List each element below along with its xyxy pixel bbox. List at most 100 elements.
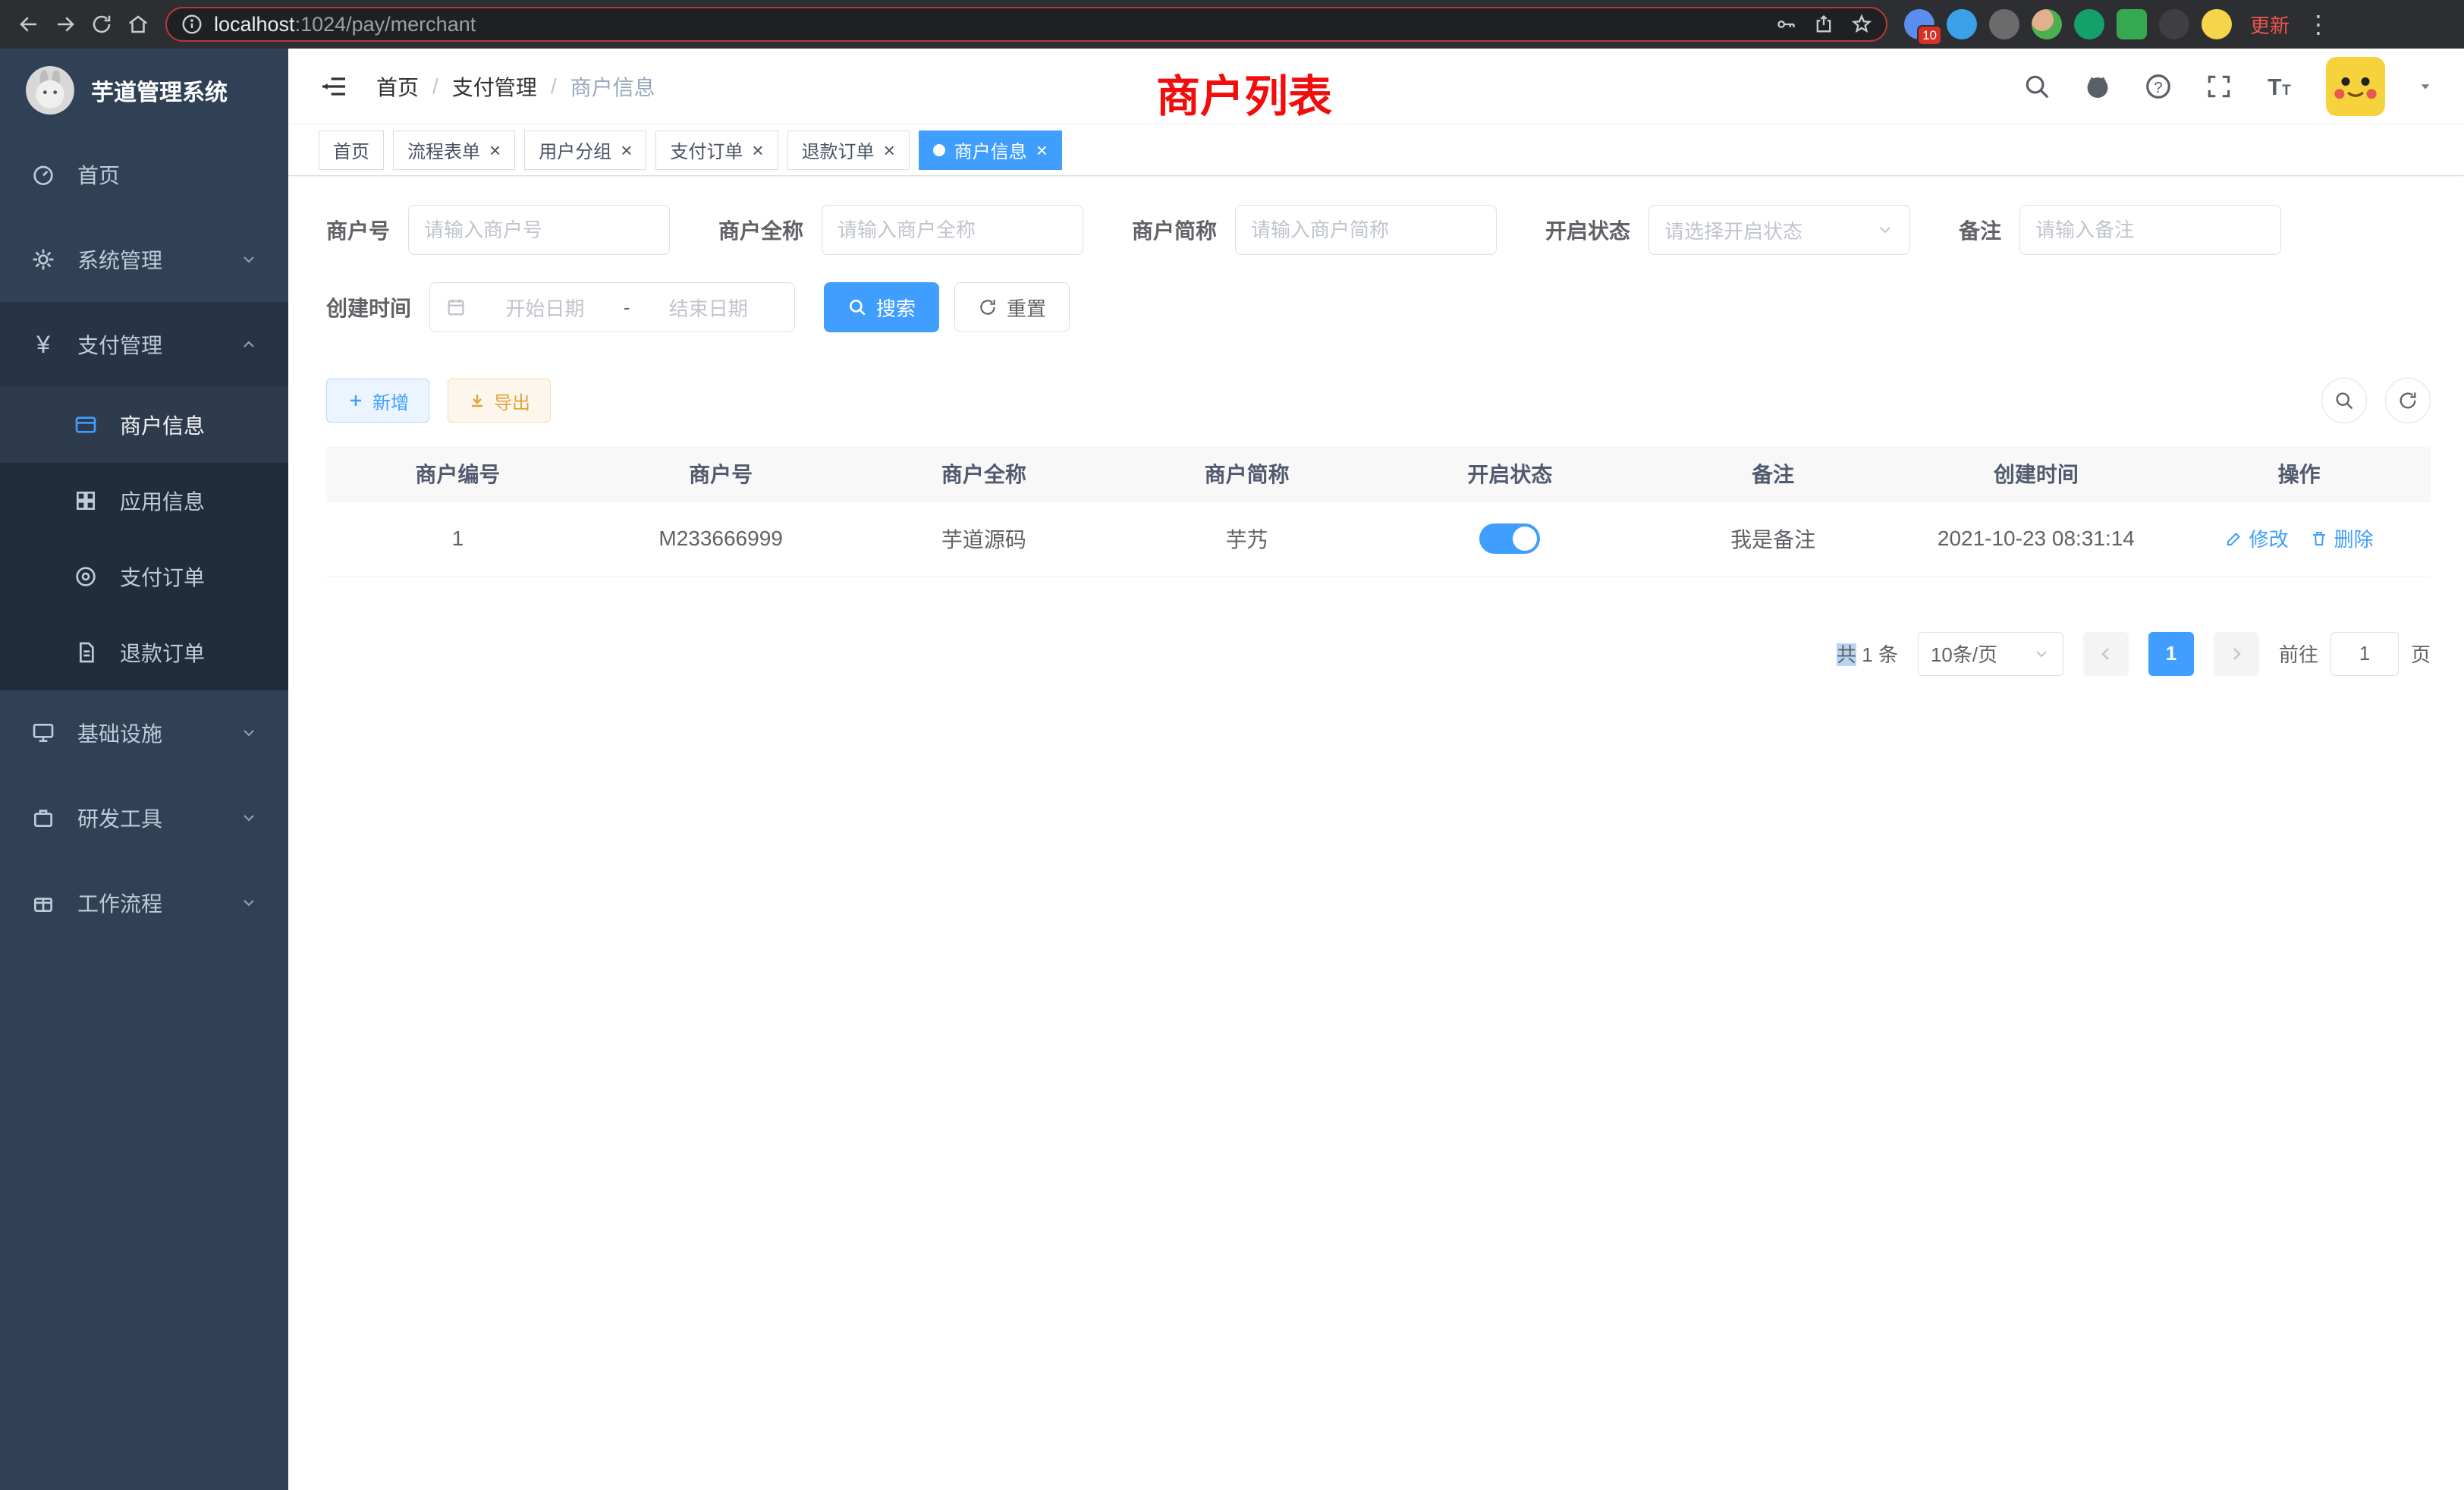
extension-icon-7[interactable] [2159,9,2189,39]
toggle-search-button[interactable] [2321,378,2367,423]
box-icon [30,891,56,915]
extension-icon-2[interactable] [1947,9,1977,39]
tab-refund-order[interactable]: 退款订单× [787,130,910,170]
extension-icon-3[interactable] [1989,9,2019,39]
tab-user-group[interactable]: 用户分组× [524,130,646,170]
merchant-no-label: 商户号 [326,215,390,245]
create-time-range-picker[interactable]: 开始日期 - 结束日期 [429,282,795,332]
cell-merchant-id: 1 [326,501,589,577]
app-title: 芋道管理系统 [91,74,228,107]
sidebar-item-app-info[interactable]: 应用信息 [0,463,288,539]
add-button[interactable]: 新增 [326,379,429,423]
tab-pay-order[interactable]: 支付订单× [655,130,778,170]
tab-process-form[interactable]: 流程表单× [393,130,515,170]
chevron-down-icon [240,250,258,269]
sidebar-item-workflow[interactable]: 工作流程 [0,860,288,945]
dashboard-icon [30,162,56,187]
github-icon[interactable] [2083,72,2112,101]
merchant-table: 商户编号 商户号 商户全称 商户简称 开启状态 备注 创建时间 操作 1 M23… [326,446,2431,577]
browser-forward-icon[interactable] [47,6,83,42]
search-button[interactable]: 搜索 [824,282,939,332]
download-icon [468,391,486,410]
refresh-icon [978,297,998,317]
extension-icon-6[interactable] [2117,9,2147,39]
font-size-icon[interactable]: TT [2265,72,2294,101]
browser-update-button[interactable]: 更新 [2250,11,2290,39]
refresh-table-button[interactable] [2385,378,2431,423]
extension-area: 10 [1897,9,2239,39]
remark-input[interactable] [2019,205,2281,255]
close-icon[interactable]: × [621,140,632,160]
short-name-input[interactable] [1235,205,1497,255]
tab-merchant-info[interactable]: 商户信息× [919,130,1062,170]
pagination: 共 1 条 10条/页 1 前往 页 [326,632,2431,676]
browser-chrome: localhost:1024/pay/merchant 10 更新 ⋮ [0,0,2464,49]
extension-icon-5[interactable] [2074,9,2104,39]
browser-back-icon[interactable] [11,6,47,42]
col-status: 开启状态 [1378,446,1642,501]
cell-merchant-no: M233666999 [589,501,853,577]
document-icon [73,640,99,665]
site-info-icon[interactable] [181,13,203,36]
extension-icon-4[interactable] [2032,9,2062,39]
close-icon[interactable]: × [1036,140,1048,160]
bookmark-star-icon[interactable] [1851,14,1872,35]
sidebar-item-home[interactable]: 首页 [0,132,288,217]
breadcrumb-pay[interactable]: 支付管理 [452,71,537,102]
chevron-up-icon [240,335,258,354]
app-logo[interactable]: 芋道管理系统 [0,49,288,132]
chevron-down-icon [2032,645,2051,663]
status-select[interactable]: 请选择开启状态 [1648,205,1910,255]
end-date-placeholder: 结束日期 [637,294,779,322]
sidebar-toggle-icon[interactable] [319,71,349,102]
grid-icon [73,489,99,513]
share-icon[interactable] [1813,14,1834,35]
trash-icon [2310,530,2328,548]
search-icon[interactable] [2022,72,2051,101]
sidebar-item-infra[interactable]: 基础设施 [0,690,288,775]
browser-home-icon[interactable] [120,6,156,42]
pagination-total: 共 1 条 [1837,640,1898,668]
pay-submenu: 商户信息 应用信息 支付订单 退款订单 [0,387,288,690]
close-icon[interactable]: × [489,140,501,160]
reset-button[interactable]: 重置 [954,282,1070,332]
sidebar-item-merchant-info[interactable]: 商户信息 [0,387,288,463]
full-name-input[interactable] [822,205,1083,255]
next-page-button[interactable] [2214,632,2259,676]
refresh-icon [2397,390,2418,411]
sidebar-item-pay-order[interactable]: 支付订单 [0,539,288,615]
help-icon[interactable]: ? [2144,72,2173,101]
prev-page-button[interactable] [2083,632,2129,676]
merchant-no-input[interactable] [408,205,670,255]
sidebar-item-refund-order[interactable]: 退款订单 [0,615,288,690]
close-icon[interactable]: × [752,140,763,160]
cell-create-time: 2021-10-23 08:31:14 [1905,501,2168,577]
page-number-button[interactable]: 1 [2148,632,2194,676]
target-icon [73,564,99,589]
close-icon[interactable]: × [884,140,895,160]
password-key-icon[interactable] [1775,14,1796,35]
tab-home[interactable]: 首页 [319,130,384,170]
page-size-select[interactable]: 10条/页 [1918,632,2063,676]
caret-down-icon[interactable] [2417,78,2434,95]
sidebar-item-pay[interactable]: ¥ 支付管理 [0,302,288,387]
fullscreen-icon[interactable] [2205,72,2233,101]
extension-icon-8[interactable] [2202,9,2232,39]
chevron-left-icon [2097,645,2115,663]
browser-menu-icon[interactable]: ⋮ [2300,10,2337,39]
delete-link[interactable]: 删除 [2310,524,2374,552]
cell-short-name: 芋艿 [1115,501,1378,577]
edit-link[interactable]: 修改 [2225,524,2289,552]
sidebar-item-system[interactable]: 系统管理 [0,217,288,302]
active-dot [933,144,945,156]
export-button[interactable]: 导出 [448,379,551,423]
sidebar-item-devtools[interactable]: 研发工具 [0,775,288,860]
breadcrumb-home[interactable]: 首页 [376,71,419,102]
status-toggle[interactable] [1479,523,1540,554]
browser-reload-icon[interactable] [83,6,120,42]
user-avatar[interactable] [2326,57,2385,116]
goto-page-input[interactable] [2330,632,2399,676]
svg-text:T: T [2268,75,2282,100]
address-bar[interactable]: localhost:1024/pay/merchant [165,7,1887,42]
extension-icon-1[interactable]: 10 [1904,9,1934,39]
